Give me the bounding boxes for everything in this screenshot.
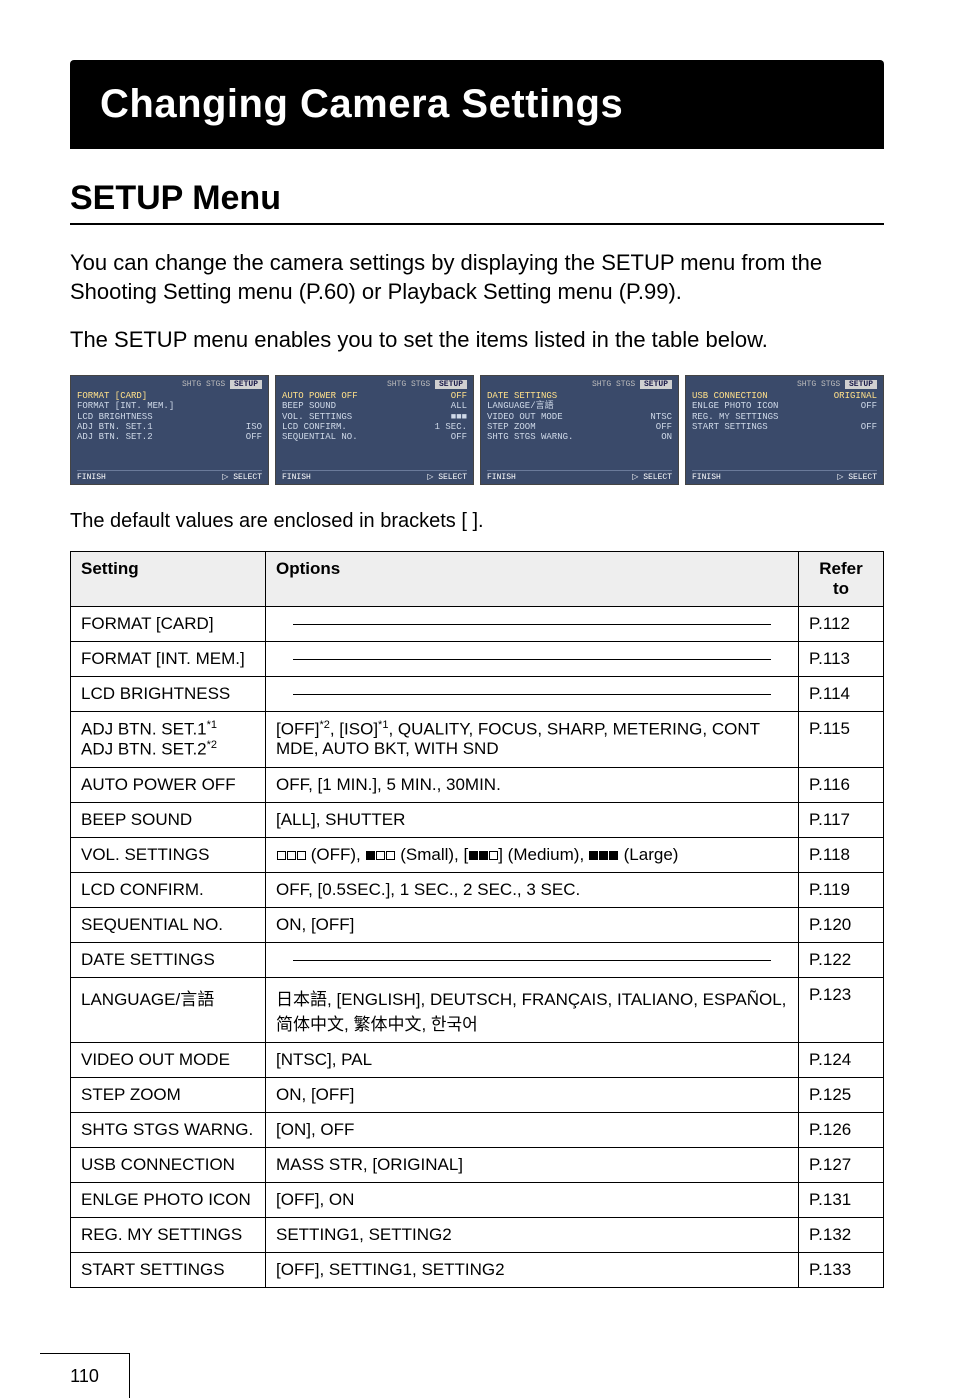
- options-cell: [ON], OFF: [266, 1113, 799, 1148]
- setting-cell: ADJ BTN. SET.1*1ADJ BTN. SET.2*2: [71, 711, 266, 767]
- table-row: VIDEO OUT MODE[NTSC], PALP.124: [71, 1043, 884, 1078]
- settings-table: Setting Options Refer to FORMAT [CARD] P…: [70, 551, 884, 1288]
- intro-paragraph-2: The SETUP menu enables you to set the it…: [70, 326, 884, 355]
- th-options: Options: [266, 551, 799, 606]
- refer-cell: P.114: [799, 676, 884, 711]
- default-caption: The default values are enclosed in brack…: [70, 510, 884, 533]
- setting-cell: USB CONNECTION: [71, 1148, 266, 1183]
- setting-cell: DATE SETTINGS: [71, 943, 266, 978]
- table-row: START SETTINGS[OFF], SETTING1, SETTING2P…: [71, 1253, 884, 1288]
- refer-cell: P.126: [799, 1113, 884, 1148]
- refer-cell: P.123: [799, 978, 884, 1043]
- options-cell: [266, 641, 799, 676]
- table-row: LANGUAGE/言語日本語, [ENGLISH], DEUTSCH, FRAN…: [71, 978, 884, 1043]
- table-row: AUTO POWER OFFOFF, [1 MIN.], 5 MIN., 30M…: [71, 768, 884, 803]
- refer-cell: P.113: [799, 641, 884, 676]
- refer-cell: P.115: [799, 711, 884, 767]
- options-cell: [OFF], SETTING1, SETTING2: [266, 1253, 799, 1288]
- setting-cell: START SETTINGS: [71, 1253, 266, 1288]
- setting-cell: LCD CONFIRM.: [71, 873, 266, 908]
- refer-cell: P.116: [799, 768, 884, 803]
- setting-cell: LANGUAGE/言語: [71, 978, 266, 1043]
- setup-screen-2: SHTG STGS SETUP AUTO POWER OFFOFF BEEP S…: [275, 375, 474, 485]
- table-row: LCD CONFIRM.OFF, [0.5SEC.], 1 SEC., 2 SE…: [71, 873, 884, 908]
- options-cell: ON, [OFF]: [266, 908, 799, 943]
- table-row: SHTG STGS WARNG.[ON], OFFP.126: [71, 1113, 884, 1148]
- refer-cell: P.118: [799, 838, 884, 873]
- setting-cell: AUTO POWER OFF: [71, 768, 266, 803]
- page-number: 110: [70, 1366, 99, 1387]
- intro-paragraph-1: You can change the camera settings by di…: [70, 249, 884, 306]
- table-row: STEP ZOOMON, [OFF]P.125: [71, 1078, 884, 1113]
- setting-cell: VOL. SETTINGS: [71, 838, 266, 873]
- table-row: SEQUENTIAL NO.ON, [OFF]P.120: [71, 908, 884, 943]
- options-cell: [266, 943, 799, 978]
- setting-cell: ENLGE PHOTO ICON: [71, 1183, 266, 1218]
- table-row: ADJ BTN. SET.1*1ADJ BTN. SET.2*2[OFF]*2,…: [71, 711, 884, 767]
- table-row: VOL. SETTINGS (OFF), (Small), [] (Medium…: [71, 838, 884, 873]
- section-title: SETUP Menu: [70, 179, 884, 218]
- screenshots-row: SHTG STGS SETUP FORMAT [CARD] FORMAT [IN…: [70, 375, 884, 485]
- refer-cell: P.112: [799, 606, 884, 641]
- options-cell: OFF, [1 MIN.], 5 MIN., 30MIN.: [266, 768, 799, 803]
- setting-cell: FORMAT [CARD]: [71, 606, 266, 641]
- setup-screen-4: SHTG STGS SETUP USB CONNECTIONORIGINAL E…: [685, 375, 884, 485]
- setting-cell: REG. MY SETTINGS: [71, 1218, 266, 1253]
- options-cell: [OFF]*2, [ISO]*1, QUALITY, FOCUS, SHARP,…: [266, 711, 799, 767]
- refer-cell: P.119: [799, 873, 884, 908]
- th-refer: Refer to: [799, 551, 884, 606]
- setup-screen-3: SHTG STGS SETUP DATE SETTINGS LANGUAGE/言…: [480, 375, 679, 485]
- options-cell: [266, 676, 799, 711]
- refer-cell: P.127: [799, 1148, 884, 1183]
- table-row: REG. MY SETTINGSSETTING1, SETTING2P.132: [71, 1218, 884, 1253]
- refer-cell: P.124: [799, 1043, 884, 1078]
- options-cell: MASS STR, [ORIGINAL]: [266, 1148, 799, 1183]
- options-cell: SETTING1, SETTING2: [266, 1218, 799, 1253]
- options-cell: [266, 606, 799, 641]
- table-row: DATE SETTINGS P.122: [71, 943, 884, 978]
- options-cell: ON, [OFF]: [266, 1078, 799, 1113]
- refer-cell: P.125: [799, 1078, 884, 1113]
- options-cell: [ALL], SHUTTER: [266, 803, 799, 838]
- setting-cell: VIDEO OUT MODE: [71, 1043, 266, 1078]
- setting-cell: SHTG STGS WARNG.: [71, 1113, 266, 1148]
- table-row: BEEP SOUND[ALL], SHUTTERP.117: [71, 803, 884, 838]
- setting-cell: SEQUENTIAL NO.: [71, 908, 266, 943]
- section-underline: [70, 223, 884, 225]
- options-cell: (OFF), (Small), [] (Medium), (Large): [266, 838, 799, 873]
- options-cell: [OFF], ON: [266, 1183, 799, 1218]
- refer-cell: P.133: [799, 1253, 884, 1288]
- header-title: Changing Camera Settings: [100, 82, 854, 127]
- setup-screen-1: SHTG STGS SETUP FORMAT [CARD] FORMAT [IN…: [70, 375, 269, 485]
- header-bar: Changing Camera Settings: [70, 60, 884, 149]
- refer-cell: P.122: [799, 943, 884, 978]
- table-row: ENLGE PHOTO ICON[OFF], ONP.131: [71, 1183, 884, 1218]
- refer-cell: P.117: [799, 803, 884, 838]
- table-row: LCD BRIGHTNESS P.114: [71, 676, 884, 711]
- table-row: FORMAT [CARD] P.112: [71, 606, 884, 641]
- options-cell: [NTSC], PAL: [266, 1043, 799, 1078]
- setting-cell: BEEP SOUND: [71, 803, 266, 838]
- table-row: FORMAT [INT. MEM.] P.113: [71, 641, 884, 676]
- setting-cell: LCD BRIGHTNESS: [71, 676, 266, 711]
- table-row: USB CONNECTIONMASS STR, [ORIGINAL]P.127: [71, 1148, 884, 1183]
- page-number-box: 110: [40, 1353, 130, 1398]
- options-cell: OFF, [0.5SEC.], 1 SEC., 2 SEC., 3 SEC.: [266, 873, 799, 908]
- refer-cell: P.120: [799, 908, 884, 943]
- setting-cell: STEP ZOOM: [71, 1078, 266, 1113]
- th-setting: Setting: [71, 551, 266, 606]
- setting-cell: FORMAT [INT. MEM.]: [71, 641, 266, 676]
- options-cell: 日本語, [ENGLISH], DEUTSCH, FRANÇAIS, ITALI…: [266, 978, 799, 1043]
- refer-cell: P.131: [799, 1183, 884, 1218]
- refer-cell: P.132: [799, 1218, 884, 1253]
